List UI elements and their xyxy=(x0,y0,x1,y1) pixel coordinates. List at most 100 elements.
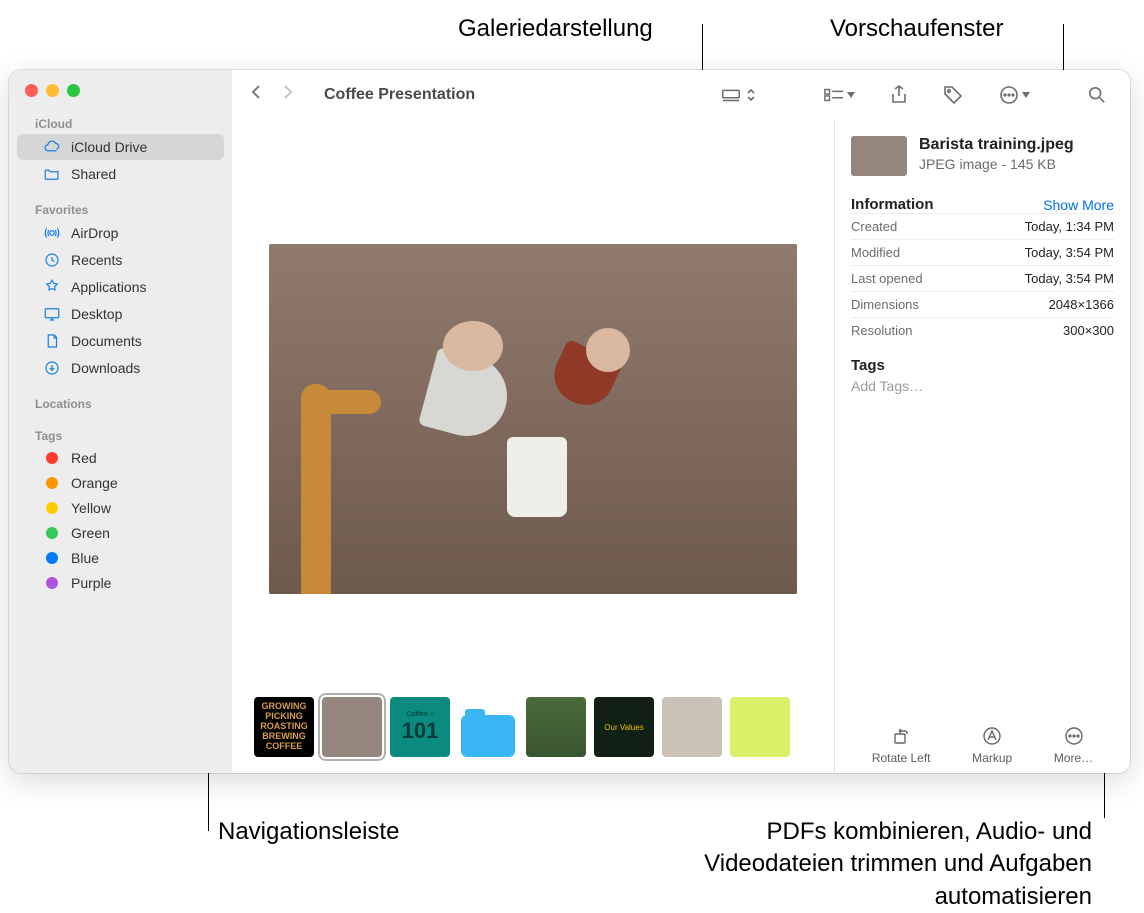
info-row: Modified Today, 3:54 PM xyxy=(851,239,1114,265)
forward-button[interactable] xyxy=(282,84,294,105)
sidebar-item-downloads[interactable]: Downloads xyxy=(17,355,224,381)
show-more-link[interactable]: Show More xyxy=(1043,197,1114,213)
thumb-beans[interactable] xyxy=(526,697,586,757)
file-meta: JPEG image - 145 KB xyxy=(919,156,1074,172)
sidebar-tag-orange[interactable]: Orange xyxy=(17,471,224,495)
markup-button[interactable]: Markup xyxy=(972,725,1012,765)
thumb-coffee-101[interactable]: Coffee –101 xyxy=(390,697,450,757)
window-controls xyxy=(9,84,232,111)
rotate-left-icon xyxy=(890,725,912,747)
group-button[interactable] xyxy=(818,83,861,107)
view-switcher[interactable] xyxy=(714,83,762,107)
thumb-barista-training[interactable] xyxy=(322,697,382,757)
callout-nav-bar: Navigationsleiste xyxy=(218,818,399,846)
sidebar-item-documents[interactable]: Documents xyxy=(17,328,224,354)
folder-shared-icon xyxy=(43,165,61,183)
preview-area xyxy=(232,120,834,687)
sidebar-item-label: Applications xyxy=(71,279,147,295)
airdrop-icon xyxy=(43,224,61,242)
file-name: Barista training.jpeg xyxy=(919,136,1074,154)
cloud-icon xyxy=(43,138,61,156)
sidebar-tag-green[interactable]: Green xyxy=(17,521,224,545)
download-icon xyxy=(43,359,61,377)
sidebar-item-label: Desktop xyxy=(71,306,122,322)
info-key: Resolution xyxy=(851,323,912,338)
apps-icon xyxy=(43,278,61,296)
back-button[interactable] xyxy=(250,84,262,105)
thumb-our-values[interactable]: Our Values xyxy=(594,697,654,757)
gallery-pane: GROWING PICKING ROASTING BREWING COFFEE … xyxy=(232,120,834,773)
tag-button[interactable] xyxy=(937,81,969,109)
sidebar-item-recents[interactable]: Recents xyxy=(17,247,224,273)
main-area: Coffee Presentation xyxy=(232,70,1130,773)
toolbar-title: Coffee Presentation xyxy=(324,86,475,104)
sidebar-item-icloud-drive[interactable]: iCloud Drive xyxy=(17,134,224,160)
tags-heading: Tags xyxy=(851,357,1114,374)
info-row: Dimensions 2048×1366 xyxy=(851,291,1114,317)
more-actions-button[interactable]: More… xyxy=(1054,725,1093,765)
share-button[interactable] xyxy=(885,81,913,109)
documents-icon xyxy=(43,332,61,350)
sidebar-item-label: AirDrop xyxy=(71,225,118,241)
info-value: Today, 3:54 PM xyxy=(1025,245,1114,260)
sidebar-item-label: Orange xyxy=(71,475,118,491)
sidebar-item-label: Documents xyxy=(71,333,142,349)
sidebar-item-airdrop[interactable]: AirDrop xyxy=(17,220,224,246)
more-toolbar-button[interactable] xyxy=(993,81,1036,109)
sidebar-item-desktop[interactable]: Desktop xyxy=(17,301,224,327)
thumb-people[interactable] xyxy=(662,697,722,757)
sidebar-tag-yellow[interactable]: Yellow xyxy=(17,496,224,520)
sidebar-section-favorites: Favorites xyxy=(9,197,232,219)
sidebar-item-label: Shared xyxy=(71,166,116,182)
callout-preview-pane: Vorschaufenster xyxy=(830,15,1003,43)
add-tags-field[interactable]: Add Tags… xyxy=(851,378,1114,394)
info-row: Last opened Today, 3:54 PM xyxy=(851,265,1114,291)
preview-image[interactable] xyxy=(269,244,797,594)
finder-window: iCloud iCloud Drive Shared Favorites Air… xyxy=(9,70,1130,773)
file-thumbnail-icon xyxy=(851,136,907,176)
desktop-icon xyxy=(43,305,61,323)
fullscreen-button[interactable] xyxy=(67,84,80,97)
info-heading: Information xyxy=(851,196,934,213)
sidebar-tag-blue[interactable]: Blue xyxy=(17,546,224,570)
sidebar-tag-purple[interactable]: Purple xyxy=(17,571,224,595)
thumb-poster-lime[interactable] xyxy=(730,697,790,757)
thumb-growing-picking[interactable]: GROWING PICKING ROASTING BREWING COFFEE xyxy=(254,697,314,757)
rotate-left-button[interactable]: Rotate Left xyxy=(872,725,931,765)
search-button[interactable] xyxy=(1082,82,1112,108)
callout-line xyxy=(208,830,209,831)
sidebar-section-icloud: iCloud xyxy=(9,111,232,133)
info-key: Last opened xyxy=(851,271,923,286)
thumb-folder[interactable] xyxy=(458,697,518,757)
info-value: Today, 3:54 PM xyxy=(1025,271,1114,286)
info-value: 2048×1366 xyxy=(1049,297,1114,312)
sidebar-item-applications[interactable]: Applications xyxy=(17,274,224,300)
sidebar-item-label: Purple xyxy=(71,575,111,591)
tag-dot-icon xyxy=(46,477,58,489)
callout-gallery-view: Galeriedarstellung xyxy=(458,15,653,43)
info-row: Created Today, 1:34 PM xyxy=(851,213,1114,239)
sidebar-item-shared[interactable]: Shared xyxy=(17,161,224,187)
sidebar-tag-red[interactable]: Red xyxy=(17,446,224,470)
sidebar-item-label: iCloud Drive xyxy=(71,139,147,155)
info-key: Created xyxy=(851,219,897,234)
tag-dot-icon xyxy=(46,552,58,564)
more-icon xyxy=(1063,725,1085,747)
sidebar-item-label: Downloads xyxy=(71,360,140,376)
info-value: Today, 1:34 PM xyxy=(1025,219,1114,234)
toolbar: Coffee Presentation xyxy=(232,70,1130,120)
minimize-button[interactable] xyxy=(46,84,59,97)
callout-more-actions: PDFs kombinieren, Audio- und Videodateie… xyxy=(672,816,1092,913)
info-key: Modified xyxy=(851,245,900,260)
sidebar-item-label: Green xyxy=(71,525,110,541)
close-button[interactable] xyxy=(25,84,38,97)
markup-icon xyxy=(981,725,1003,747)
thumbnail-strip: GROWING PICKING ROASTING BREWING COFFEE … xyxy=(232,687,834,773)
info-key: Dimensions xyxy=(851,297,919,312)
sidebar-item-label: Blue xyxy=(71,550,99,566)
tag-dot-icon xyxy=(46,527,58,539)
sidebar-item-label: Recents xyxy=(71,252,122,268)
clock-icon xyxy=(43,251,61,269)
sidebar: iCloud iCloud Drive Shared Favorites Air… xyxy=(9,70,232,773)
sidebar-item-label: Red xyxy=(71,450,97,466)
